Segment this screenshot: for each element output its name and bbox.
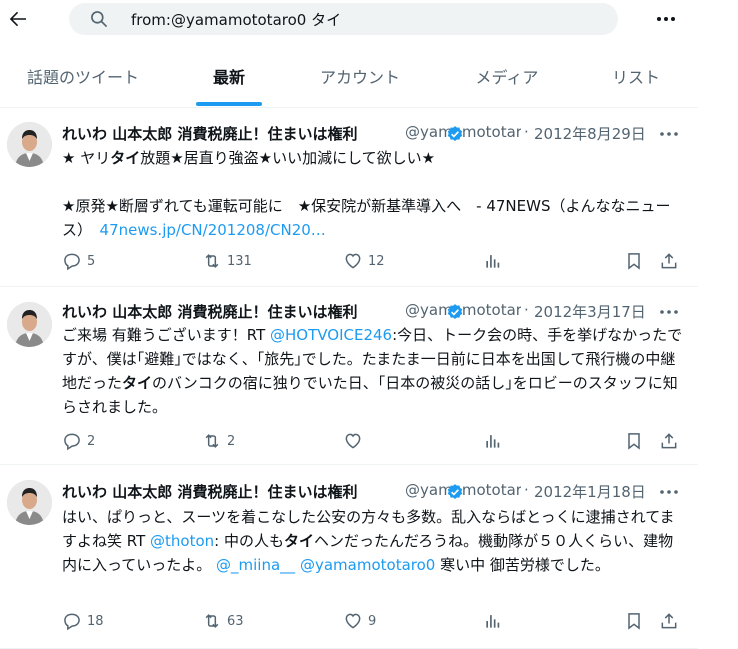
tweet-more-icon[interactable]	[659, 483, 679, 501]
bookmark-icon	[628, 433, 640, 450]
share-icon	[661, 433, 677, 449]
reply-count: 18	[87, 614, 104, 629]
search-icon	[91, 11, 107, 27]
url-link[interactable]: 47news.jp/CN/201208/CN20…	[100, 221, 326, 239]
tweet-more-icon[interactable]	[659, 125, 679, 143]
mention-link[interactable]: @HOTVOICE246	[270, 326, 392, 344]
tweet-text: ★ ヤリタイ放題★居直り強盗★いい加減にして欲しい★ ★原発★断層ずれても運転可…	[62, 146, 688, 242]
tweet-text-part: ご来場 有難うございます！RT	[62, 326, 271, 344]
search-input[interactable]	[131, 3, 601, 35]
analytics-icon	[486, 255, 500, 268]
search-box[interactable]	[69, 3, 618, 35]
separator-dot: ·	[524, 123, 529, 141]
avatar[interactable]	[7, 122, 52, 167]
avatar[interactable]	[7, 480, 52, 525]
separator-dot: ·	[524, 301, 529, 319]
like-count: 12	[368, 254, 385, 269]
tweet-text-part: ★ ヤリ	[62, 149, 111, 167]
tweet-text: ご来場 有難うございます！RT @HOTVOICE246:今日、トーク会の時、手…	[62, 323, 688, 419]
tab-label: リスト	[611, 68, 660, 87]
bookmark-icon	[628, 613, 640, 630]
display-name[interactable]: れいわ 山本太郎 消費税廃止！住まいは権利	[62, 301, 378, 322]
active-tab-indicator	[196, 102, 262, 106]
avatar[interactable]	[7, 302, 52, 347]
heart-icon	[345, 613, 361, 629]
back-arrow-icon[interactable]	[6, 7, 30, 31]
retweet-icon	[205, 254, 219, 268]
tweet[interactable]: れいわ 山本太郎 消費税廃止！住まいは権利 @yamamototaro0 · 2…	[0, 465, 698, 649]
tab-latest[interactable]: 最新	[186, 58, 272, 108]
like-count: 9	[368, 614, 377, 629]
share-icon	[661, 253, 677, 269]
heart-icon	[345, 433, 361, 449]
tweet-actions: 18 63 9	[62, 611, 692, 633]
retweet-count: 131	[227, 254, 252, 269]
tab-media[interactable]: メディア	[458, 58, 556, 108]
retweet-count: 2	[227, 434, 236, 449]
reply-icon	[64, 613, 80, 631]
tweet-header: れいわ 山本太郎 消費税廃止！住まいは権利 @yamamototaro0 · 2…	[62, 481, 692, 503]
tab-label: アカウント	[319, 68, 400, 87]
mention-link[interactable]: @_miina__	[216, 556, 295, 574]
retweet-icon	[205, 614, 219, 628]
mention-link[interactable]: @yamamototaro0	[300, 556, 435, 574]
top-bar	[0, 0, 738, 40]
tab-label: メディア	[475, 68, 539, 87]
reply-icon	[64, 253, 80, 271]
tweet[interactable]: れいわ 山本太郎 消費税廃止！住まいは権利 @yamamototaro0 · 2…	[0, 287, 698, 465]
tweet-date[interactable]: 2012年1月18日	[534, 481, 646, 502]
keyword-highlight: タイ	[284, 532, 315, 550]
retweet-count: 63	[227, 614, 244, 629]
analytics-icon	[486, 615, 500, 628]
display-name[interactable]: れいわ 山本太郎 消費税廃止！住まいは権利	[62, 123, 378, 144]
more-options-icon[interactable]	[654, 8, 678, 30]
verified-badge-icon	[447, 304, 463, 319]
tab-people[interactable]: アカウント	[298, 58, 422, 108]
display-name[interactable]: れいわ 山本太郎 消費税廃止！住まいは権利	[62, 481, 378, 502]
tab-top[interactable]: 話題のツイート	[0, 58, 166, 108]
tweet-date[interactable]: 2012年3月17日	[534, 301, 646, 322]
mention-link[interactable]: @thoton	[150, 532, 214, 550]
search-tabs: 話題のツイート 最新 アカウント メディア リスト	[0, 58, 698, 108]
reply-icon	[64, 433, 80, 451]
tweet-header: れいわ 山本太郎 消費税廃止！住まいは権利 @yamamototaro0 · 2…	[62, 301, 692, 323]
tweet-text: はい、ぱりっと、スーツを着こなした公安の方々も多数。乱入ならばとっくに逮捕されて…	[62, 505, 688, 577]
tweet-text-part: 寒い中 御苦労様でした。	[435, 556, 610, 574]
tweet[interactable]: れいわ 山本太郎 消費税廃止！住まいは権利 @yamamototaro0 · 2…	[0, 109, 698, 287]
verified-badge-icon	[447, 484, 463, 499]
heart-icon	[345, 253, 361, 269]
tweet-text-part: のバンコクの宿に独りでいた日、｢日本の被災の話し｣をロビーのスタッフに知らされま…	[62, 374, 678, 416]
tab-label: 最新	[212, 68, 245, 87]
tweet-date[interactable]: 2012年8月29日	[534, 123, 646, 144]
tweet-more-icon[interactable]	[659, 303, 679, 321]
tweet-actions: 2 2	[62, 431, 692, 453]
share-icon	[661, 613, 677, 629]
keyword-highlight: タイ	[122, 374, 153, 392]
bookmark-icon	[628, 253, 640, 270]
tweet-actions: 5 131 12	[62, 251, 692, 273]
retweet-icon	[205, 434, 219, 448]
analytics-icon	[486, 435, 500, 448]
reply-count: 5	[87, 254, 96, 269]
tweet-header: れいわ 山本太郎 消費税廃止！住まいは権利 @yamamototaro0 · 2…	[62, 123, 692, 145]
tab-lists[interactable]: リスト	[596, 58, 676, 108]
reply-count: 2	[87, 434, 96, 449]
tab-label: 話題のツイート	[26, 68, 139, 87]
separator-dot: ·	[524, 481, 529, 499]
verified-badge-icon	[447, 126, 463, 141]
tweet-text-part: : 中の人も	[214, 532, 284, 550]
keyword-highlight: タイ	[110, 149, 141, 167]
